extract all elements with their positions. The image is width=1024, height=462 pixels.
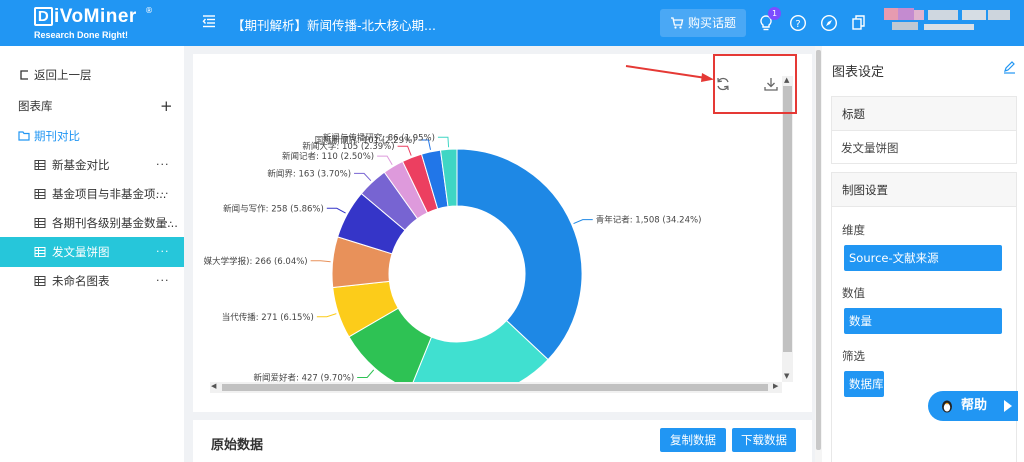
chart-horizontal-scrollbar[interactable]: ◀ ▶ — [210, 382, 782, 393]
edit-pencil-icon[interactable] — [1003, 61, 1016, 74]
raw-data-title: 原始数据 — [211, 438, 264, 453]
compass-icon[interactable] — [820, 14, 838, 32]
notification-badge: 1 — [768, 7, 781, 20]
folder-label: 期刊对比 — [34, 129, 80, 143]
raw-data-card: 原始数据 复制数据 下载数据 — [193, 420, 812, 462]
label-leader-line — [357, 369, 375, 378]
table-icon — [34, 189, 46, 199]
label-leader-line — [316, 313, 337, 318]
sidebar-item-label: 未命名图表 — [52, 274, 110, 288]
logo-registered-mark: ® — [145, 6, 153, 15]
logo-wordmark: DiVoMiner — [34, 6, 137, 28]
sidebar-item-new-fund-compare[interactable]: 新基金对比 ··· — [0, 150, 184, 180]
scroll-right-icon[interactable]: ▶ — [773, 382, 778, 390]
horizontal-scroll-thumb[interactable] — [222, 384, 768, 391]
label-leader-line — [397, 145, 412, 156]
sidebar-item-publication-pie[interactable]: 发文量饼图 ··· — [0, 237, 184, 267]
table-icon — [34, 160, 46, 170]
help-circle-icon[interactable]: ? — [789, 14, 807, 32]
help-label: 帮助 — [961, 398, 988, 413]
back-label: 返回上一层 — [34, 68, 92, 82]
pie-slice[interactable] — [456, 148, 583, 361]
filter-field[interactable]: 数据库 — [844, 371, 884, 397]
chart-vertical-scrollbar[interactable]: ▲ ▼ — [782, 76, 793, 382]
buy-topic-label: 购买话题 — [687, 16, 736, 30]
penguin-icon — [942, 400, 952, 413]
content-scroll-thumb[interactable] — [816, 50, 821, 450]
svg-text:?: ? — [795, 19, 800, 30]
annotation-arrow — [625, 65, 714, 82]
folder-open-icon — [18, 131, 30, 141]
chart-library-label: 图表库 — [18, 99, 53, 113]
donut-chart: 青年记者: 1,508 (34.24%) 新闻爱好者: 427 (9.70%) 当代… — [204, 132, 702, 382]
folder-journal-compare[interactable]: 期刊对比 — [0, 121, 184, 151]
annotation-highlight-box — [713, 54, 797, 114]
title-section-header: 标题 — [832, 97, 1016, 131]
expand-triangle-icon — [1004, 400, 1012, 412]
more-options-icon[interactable]: ··· — [156, 150, 170, 180]
copy-document-icon[interactable] — [850, 14, 868, 32]
content-scrollbar[interactable] — [815, 46, 822, 462]
more-options-icon[interactable]: ··· — [160, 208, 174, 238]
return-icon — [20, 70, 28, 80]
pie-slice-label: 新闻爱好者: 427 (9.70%) — [254, 372, 355, 382]
top-header: DiVoMiner ® Research Done Right! 【期刊解析】新… — [0, 0, 1024, 46]
scroll-down-icon[interactable]: ▼ — [784, 372, 789, 380]
logo-tagline: Research Done Right! — [34, 30, 129, 40]
logo-text: iVoMiner — [54, 6, 137, 27]
sidebar-item-fund-level-count[interactable]: 各期刊各级别基金数量... ··· — [0, 208, 184, 238]
table-icon — [34, 218, 46, 228]
chart-sidebar: 返回上一层 图表库 + 期刊对比 新基金对比 ··· 基金项目与非基金项... … — [0, 46, 184, 462]
measure-field[interactable]: 数量 — [844, 308, 1002, 334]
sidebar-item-label: 发文量饼图 — [52, 245, 110, 259]
pie-slice-label: 新闻与传播研究: 86 (1.95%) — [323, 132, 435, 143]
buy-topic-button[interactable]: 购买话题 — [660, 9, 746, 37]
logo-letter: D — [34, 7, 53, 26]
dimension-label: 维度 — [842, 223, 865, 237]
pie-slice-label: 当代传播: 271 (6.15%) — [222, 312, 314, 323]
add-chart-button[interactable]: + — [160, 91, 173, 121]
menu-fold-icon[interactable] — [202, 14, 216, 28]
label-leader-line — [437, 136, 450, 148]
pie-slice-label: 媒大学学报): 266 (6.04%) — [204, 256, 308, 267]
label-leader-line — [310, 260, 331, 263]
sidebar-item-untitled-chart[interactable]: 未命名图表 ··· — [0, 266, 184, 296]
user-avatar[interactable] — [884, 6, 1014, 36]
more-options-icon[interactable]: ··· — [156, 237, 170, 267]
chart-settings-header: 制图设置 — [832, 173, 1016, 207]
pie-slice-label: 青年记者: 1,508 (34.24%) — [596, 215, 702, 226]
vertical-scroll-thumb[interactable] — [783, 86, 792, 352]
pie-slice-label: 新闻记者: 110 (2.50%) — [282, 151, 374, 162]
sidebar-item-label: 基金项目与非基金项... — [52, 187, 167, 201]
filter-label: 筛选 — [842, 349, 865, 363]
copy-data-button[interactable]: 复制数据 — [660, 428, 726, 452]
label-leader-line — [326, 207, 346, 214]
pie-slice-label: 新闻界: 163 (3.70%) — [267, 168, 351, 179]
label-leader-line — [573, 219, 593, 225]
measure-label: 数值 — [842, 286, 865, 300]
download-data-button[interactable]: 下载数据 — [732, 428, 796, 452]
more-options-icon[interactable]: ··· — [156, 266, 170, 296]
help-button[interactable]: 帮助 — [928, 391, 1018, 421]
label-leader-line — [354, 172, 372, 182]
more-options-icon[interactable]: ··· — [156, 179, 170, 209]
chart-title-value[interactable]: 发文量饼图 — [841, 140, 899, 156]
chart-library-header: 图表库 + — [0, 91, 184, 121]
table-icon — [34, 276, 46, 286]
divominer-logo[interactable]: DiVoMiner ® Research Done Right! — [34, 6, 154, 42]
page-title: 【期刊解析】新闻传播-北大核心期... — [232, 18, 436, 33]
table-icon — [34, 247, 46, 257]
sidebar-item-label: 新基金对比 — [52, 158, 110, 172]
back-button[interactable]: 返回上一层 — [0, 60, 184, 90]
cart-icon — [670, 17, 684, 29]
scroll-left-icon[interactable]: ◀ — [211, 382, 216, 390]
label-leader-line — [377, 155, 393, 166]
dimension-field[interactable]: Source-文献来源 — [844, 245, 1002, 271]
panel-title: 图表设定 — [832, 65, 885, 80]
pie-slice-label: 新闻与写作: 258 (5.86%) — [223, 203, 324, 214]
sidebar-item-fund-vs-nonfund[interactable]: 基金项目与非基金项... ··· — [0, 179, 184, 209]
